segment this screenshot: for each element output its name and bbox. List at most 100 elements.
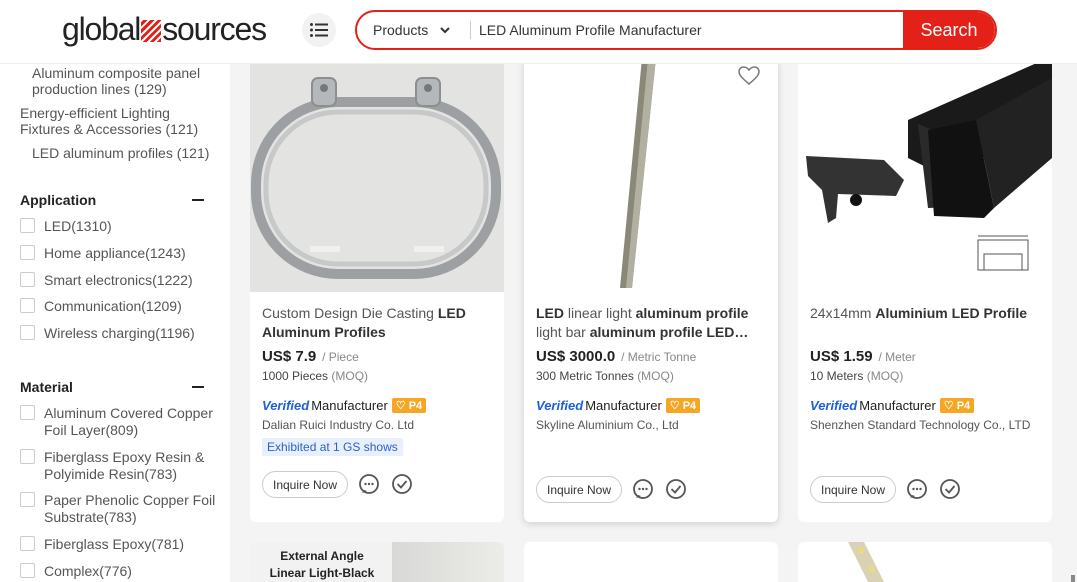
black-profile-image	[806, 64, 1052, 271]
checkbox[interactable]	[20, 405, 35, 420]
badge-text: P4	[956, 400, 971, 412]
check-circle-icon[interactable]	[391, 473, 413, 495]
list-menu-icon	[310, 23, 328, 37]
product-title[interactable]: Custom Design Die Casting LED Aluminum P…	[262, 304, 490, 342]
product-card[interactable]: 24x14mm Aluminium LED Profile US$ 1.59 /…	[798, 64, 1052, 522]
product-card[interactable]: Custom Design Die Casting LED Aluminum P…	[250, 64, 504, 522]
price: US$ 3000.0 / Metric Tonne	[536, 348, 696, 365]
product-card[interactable]	[798, 542, 1052, 582]
checkbox[interactable]	[20, 272, 35, 287]
chat-icon[interactable]	[632, 478, 654, 500]
product-card[interactable]: External Angle Linear Light-Black	[250, 542, 504, 582]
global-sources-logo[interactable]: global sources	[62, 11, 267, 47]
supplier-name[interactable]: Skyline Aluminium Co., Ltd	[536, 418, 679, 432]
collapse-application-icon[interactable]	[192, 199, 204, 201]
moq-label: (MOQ)	[866, 369, 904, 383]
moq-label: (MOQ)	[637, 369, 674, 383]
favorite-heart-icon[interactable]	[738, 66, 760, 86]
moq-value: 1000 Pieces	[262, 369, 329, 383]
filter-label: Paper Phenolic Copper Foil Substrate(783…	[44, 492, 216, 525]
filter-label: Complex(776)	[44, 563, 132, 579]
filter-material-fiberglass-polyimide[interactable]: Fiberglass Epoxy Resin & Polyimide Resin…	[20, 449, 220, 483]
verified-label: Verified	[810, 398, 858, 413]
product-image[interactable]: External Angle Linear Light-Black	[250, 542, 392, 582]
inquire-now-button[interactable]: Inquire Now	[810, 476, 896, 503]
search-button[interactable]: Search	[903, 12, 995, 48]
filter-label: Fiberglass Epoxy Resin & Polyimide Resin…	[44, 449, 205, 482]
product-image-caption: External Angle Linear Light-Black	[269, 549, 375, 580]
filter-material-aluminum-covered[interactable]: Aluminum Covered Copper Foil Layer(809)	[20, 405, 220, 439]
search-bar: Products Search	[355, 10, 997, 50]
product-card[interactable]	[524, 542, 778, 582]
price-unit: / Piece	[322, 350, 359, 364]
title-text: linear light	[564, 305, 636, 321]
product-card[interactable]: LED linear light aluminum profile light …	[524, 64, 778, 522]
filter-material-paper-phenolic[interactable]: Paper Phenolic Copper Foil Substrate(783…	[20, 492, 220, 526]
search-category-label: Products	[373, 22, 429, 38]
chat-icon[interactable]	[358, 473, 380, 495]
verified-label: Verified	[536, 398, 584, 413]
supplier-name[interactable]: Dalian Ruici Industry Co. Ltd	[262, 418, 414, 432]
badge-text: P4	[408, 400, 423, 412]
verified-label: Verified	[262, 398, 310, 413]
filter-label: Wireless charging(1196)	[44, 325, 195, 341]
title-text: Custom Design Die Casting	[262, 305, 438, 321]
inquire-now-button[interactable]: Inquire Now	[262, 471, 348, 498]
badge-text: P4	[682, 400, 697, 412]
moq-value: 10 Meters	[810, 369, 864, 383]
checkbox[interactable]	[20, 218, 35, 233]
checkbox[interactable]	[20, 563, 35, 578]
product-image[interactable]	[798, 64, 1052, 292]
checkbox[interactable]	[20, 298, 35, 313]
price: US$ 1.59 / Meter	[810, 348, 916, 365]
checkbox[interactable]	[20, 449, 35, 464]
moq-label: (MOQ)	[331, 369, 369, 383]
category-link-composite-panel[interactable]: Aluminum composite panel production line…	[32, 65, 212, 97]
filter-label: Communication(1209)	[44, 298, 182, 314]
filter-material-fiberglass-epoxy[interactable]: Fiberglass Epoxy(781)	[20, 536, 220, 553]
moq: 300 Metric Tonnes (MOQ)	[536, 369, 674, 383]
supplier-name[interactable]: Shenzhen Standard Technology Co., LTD	[810, 418, 1030, 432]
price-value: US$ 7.9	[262, 348, 317, 365]
product-image-part	[392, 542, 504, 582]
checkbox[interactable]	[20, 325, 35, 340]
filter-application-home-appliance[interactable]: Home appliance(1243)	[20, 245, 220, 262]
title-keyword: LED	[536, 305, 564, 321]
chat-icon[interactable]	[906, 478, 928, 500]
product-title[interactable]: 24x14mm Aluminium LED Profile	[810, 304, 1038, 323]
title-keyword: aluminum profile	[635, 305, 749, 321]
checkbox[interactable]	[20, 492, 35, 507]
title-keyword: Aluminium LED Profile	[875, 305, 1028, 321]
price-unit: / Meter	[878, 350, 916, 364]
price-unit: / Metric Tonne	[621, 350, 697, 364]
checkbox[interactable]	[20, 536, 35, 551]
filter-material-complex[interactable]: Complex(776)	[20, 563, 220, 580]
supplier-type: Verified Manufacturer ♡ P4	[810, 398, 975, 413]
product-image[interactable]	[524, 64, 778, 292]
logo-mark-icon	[141, 20, 162, 42]
menu-button[interactable]	[302, 13, 336, 47]
filter-application-smart-electronics[interactable]: Smart electronics(1222)	[20, 272, 220, 289]
filter-application-led[interactable]: LED(1310)	[20, 218, 220, 235]
filter-application-wireless-charging[interactable]: Wireless charging(1196)	[20, 325, 220, 342]
filter-application-communication[interactable]: Communication(1209)	[20, 298, 220, 315]
category-link-led-aluminum-profiles[interactable]: LED aluminum profiles (121)	[32, 145, 222, 161]
filter-label: Aluminum Covered Copper Foil Layer(809)	[44, 405, 213, 438]
checkbox[interactable]	[20, 245, 35, 260]
filter-sidebar: Aluminum composite panel production line…	[0, 64, 230, 582]
product-image[interactable]	[250, 64, 504, 292]
collapse-material-icon[interactable]	[192, 386, 204, 388]
search-input[interactable]	[479, 12, 899, 48]
product-title[interactable]: LED linear light aluminum profile light …	[536, 304, 764, 342]
moq-value: 300 Metric Tonnes	[536, 369, 634, 383]
category-link-lighting-fixtures[interactable]: Energy-efficient Lighting Fixtures & Acc…	[20, 105, 210, 137]
inquire-now-button[interactable]: Inquire Now	[536, 476, 622, 503]
check-circle-icon[interactable]	[939, 478, 961, 500]
search-divider	[470, 21, 471, 39]
check-circle-icon[interactable]	[665, 478, 687, 500]
search-category-select[interactable]: Products	[357, 12, 471, 48]
price: US$ 7.9 / Piece	[262, 348, 359, 365]
scrollbar-thumb[interactable]	[1071, 575, 1075, 582]
manufacturer-label: Manufacturer	[585, 398, 662, 413]
supplier-type: Verified Manufacturer ♡ P4	[262, 398, 427, 413]
